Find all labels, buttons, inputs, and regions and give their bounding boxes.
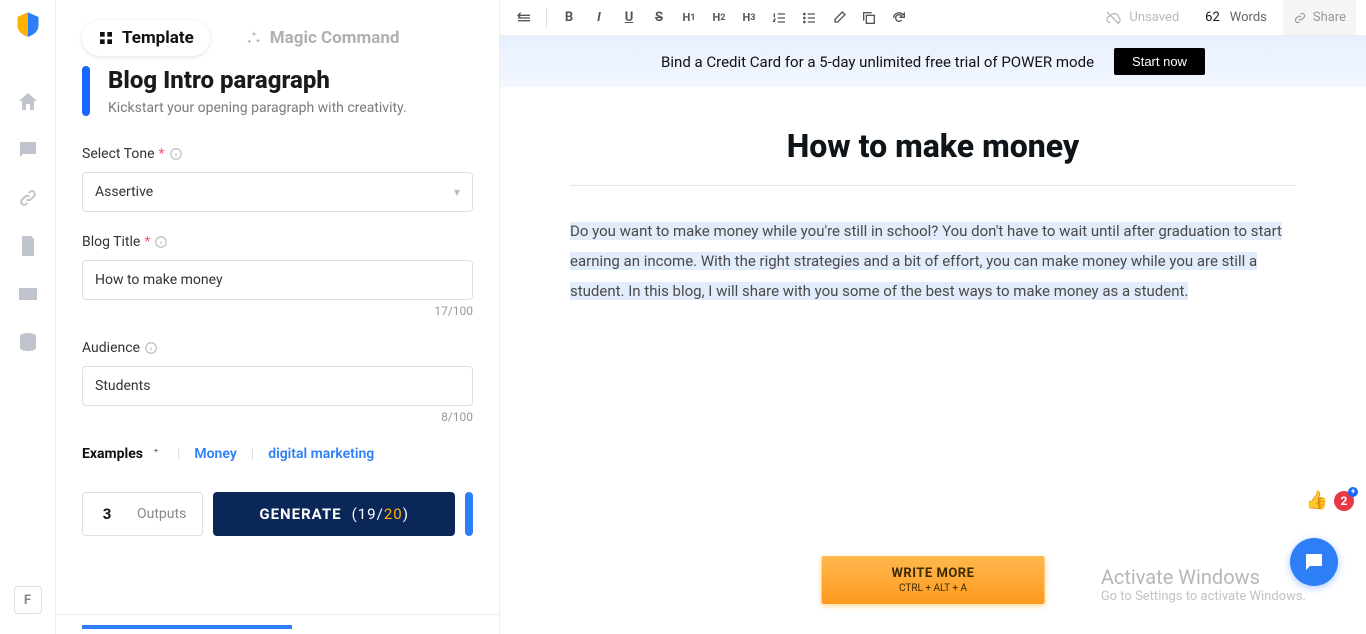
sidebar-tabs: Template Magic Command [56, 0, 499, 66]
chat-icon[interactable] [16, 138, 40, 162]
chat-bubble-icon [1302, 550, 1326, 574]
template-title: Blog Intro paragraph [108, 66, 407, 94]
editor-pane: B I U S H1 H2 H3 Unsaved 62 Words Share … [500, 0, 1366, 634]
italic-icon[interactable]: I [585, 4, 613, 32]
promo-bar: Bind a Credit Card for a 5-day unlimited… [500, 36, 1366, 87]
title-group: Blog Title* 17/100 [82, 234, 473, 318]
sidebar: Template Magic Command Blog Intro paragr… [56, 0, 500, 634]
audience-group: Audience 8/100 [82, 340, 473, 424]
write-more-button[interactable]: WRITE MORE CTRL + ALT + A [822, 556, 1045, 604]
notification-badge[interactable]: 2 [1334, 491, 1354, 511]
generate-row: Outputs GENERATE (19/20) [82, 492, 473, 536]
tab-template[interactable]: Template [82, 20, 210, 56]
bold-icon[interactable]: B [555, 4, 583, 32]
info-icon[interactable] [154, 235, 168, 249]
write-more-shortcut: CTRL + ALT + A [892, 583, 975, 594]
audience-input[interactable] [82, 366, 473, 406]
grid-icon [98, 30, 114, 46]
tab-magic-label: Magic Command [270, 28, 400, 48]
title-label: Blog Title* [82, 234, 473, 250]
sidebar-body: Blog Intro paragraph Kickstart your open… [56, 66, 499, 614]
outputs-box: Outputs [82, 492, 203, 536]
editor-toolbar: B I U S H1 H2 H3 Unsaved 62 Words Share [500, 0, 1366, 36]
example-digital-marketing[interactable]: digital marketing [268, 446, 374, 462]
outdent-icon[interactable] [510, 4, 538, 32]
copy-icon[interactable] [855, 4, 883, 32]
windows-watermark: Activate Windows Go to Settings to activ… [1101, 565, 1306, 604]
database-icon[interactable] [16, 330, 40, 354]
title-counter: 17/100 [82, 304, 473, 318]
link-icon[interactable] [16, 186, 40, 210]
rail-bottom-button[interactable]: F [14, 586, 42, 614]
home-icon[interactable] [16, 90, 40, 114]
outputs-input[interactable] [83, 505, 131, 523]
outputs-label: Outputs [131, 506, 202, 522]
generate-accent [465, 492, 473, 536]
audience-label: Audience [82, 340, 473, 356]
promo-cta[interactable]: Start now [1114, 48, 1205, 75]
sparkle-icon [149, 447, 163, 461]
title-input[interactable] [82, 260, 473, 300]
doc-divider [570, 185, 1296, 186]
cloud-off-icon [1105, 10, 1121, 26]
info-icon[interactable] [169, 147, 183, 161]
chat-launcher[interactable] [1290, 538, 1338, 586]
refresh-icon[interactable] [885, 4, 913, 32]
doc-body[interactable]: Do you want to make money while you're s… [570, 216, 1296, 306]
tone-label: Select Tone* [82, 146, 473, 162]
app-logo-icon [14, 10, 42, 38]
template-desc: Kickstart your opening paragraph with cr… [108, 100, 407, 116]
left-rail: F [0, 0, 56, 634]
chevron-down-icon: ▾ [454, 185, 460, 199]
doc-title: How to make money [570, 127, 1296, 165]
info-icon[interactable] [144, 341, 158, 355]
share-icon [1293, 11, 1307, 25]
h1-icon[interactable]: H1 [675, 4, 703, 32]
generate-button[interactable]: GENERATE (19/20) [213, 492, 455, 536]
document-icon[interactable] [16, 234, 40, 258]
template-banner: Blog Intro paragraph Kickstart your open… [82, 66, 473, 116]
list-bullet-icon[interactable] [795, 4, 823, 32]
underline-icon[interactable]: U [615, 4, 643, 32]
edit-icon[interactable] [825, 4, 853, 32]
promo-text: Bind a Credit Card for a 5-day unlimited… [661, 53, 1094, 71]
feedback-widget: 👍 2 [1306, 490, 1354, 511]
word-count: 62 Words [1191, 10, 1281, 25]
write-more-label: WRITE MORE [892, 566, 975, 581]
audience-counter: 8/100 [82, 410, 473, 424]
example-divider: | [251, 446, 254, 462]
share-button[interactable]: Share [1283, 0, 1356, 35]
document[interactable]: How to make money Do you want to make mo… [500, 87, 1366, 634]
h2-icon[interactable]: H2 [705, 4, 733, 32]
tone-select[interactable]: Assertive ▾ [82, 172, 473, 212]
example-money[interactable]: Money [194, 446, 236, 462]
generate-label: GENERATE [259, 505, 341, 523]
tone-group: Select Tone* Assertive ▾ [82, 146, 473, 212]
save-status: Unsaved [1095, 10, 1189, 26]
examples-row: Examples | Money | digital marketing [82, 446, 473, 462]
sidebar-footer [56, 614, 499, 634]
thumbs-up-icon[interactable]: 👍 [1306, 490, 1328, 511]
magic-icon [246, 30, 262, 46]
example-divider: | [177, 446, 180, 462]
list-ordered-icon[interactable] [765, 4, 793, 32]
tab-magic[interactable]: Magic Command [230, 20, 416, 56]
strikethrough-icon[interactable]: S [645, 4, 673, 32]
tab-template-label: Template [122, 28, 194, 48]
examples-label: Examples [82, 446, 163, 462]
progress-bar [82, 625, 292, 629]
h3-icon[interactable]: H3 [735, 4, 763, 32]
card-icon[interactable] [16, 282, 40, 306]
tone-value: Assertive [95, 184, 153, 200]
banner-accent-bar [82, 66, 90, 116]
generate-count: (19/20) [352, 505, 409, 523]
